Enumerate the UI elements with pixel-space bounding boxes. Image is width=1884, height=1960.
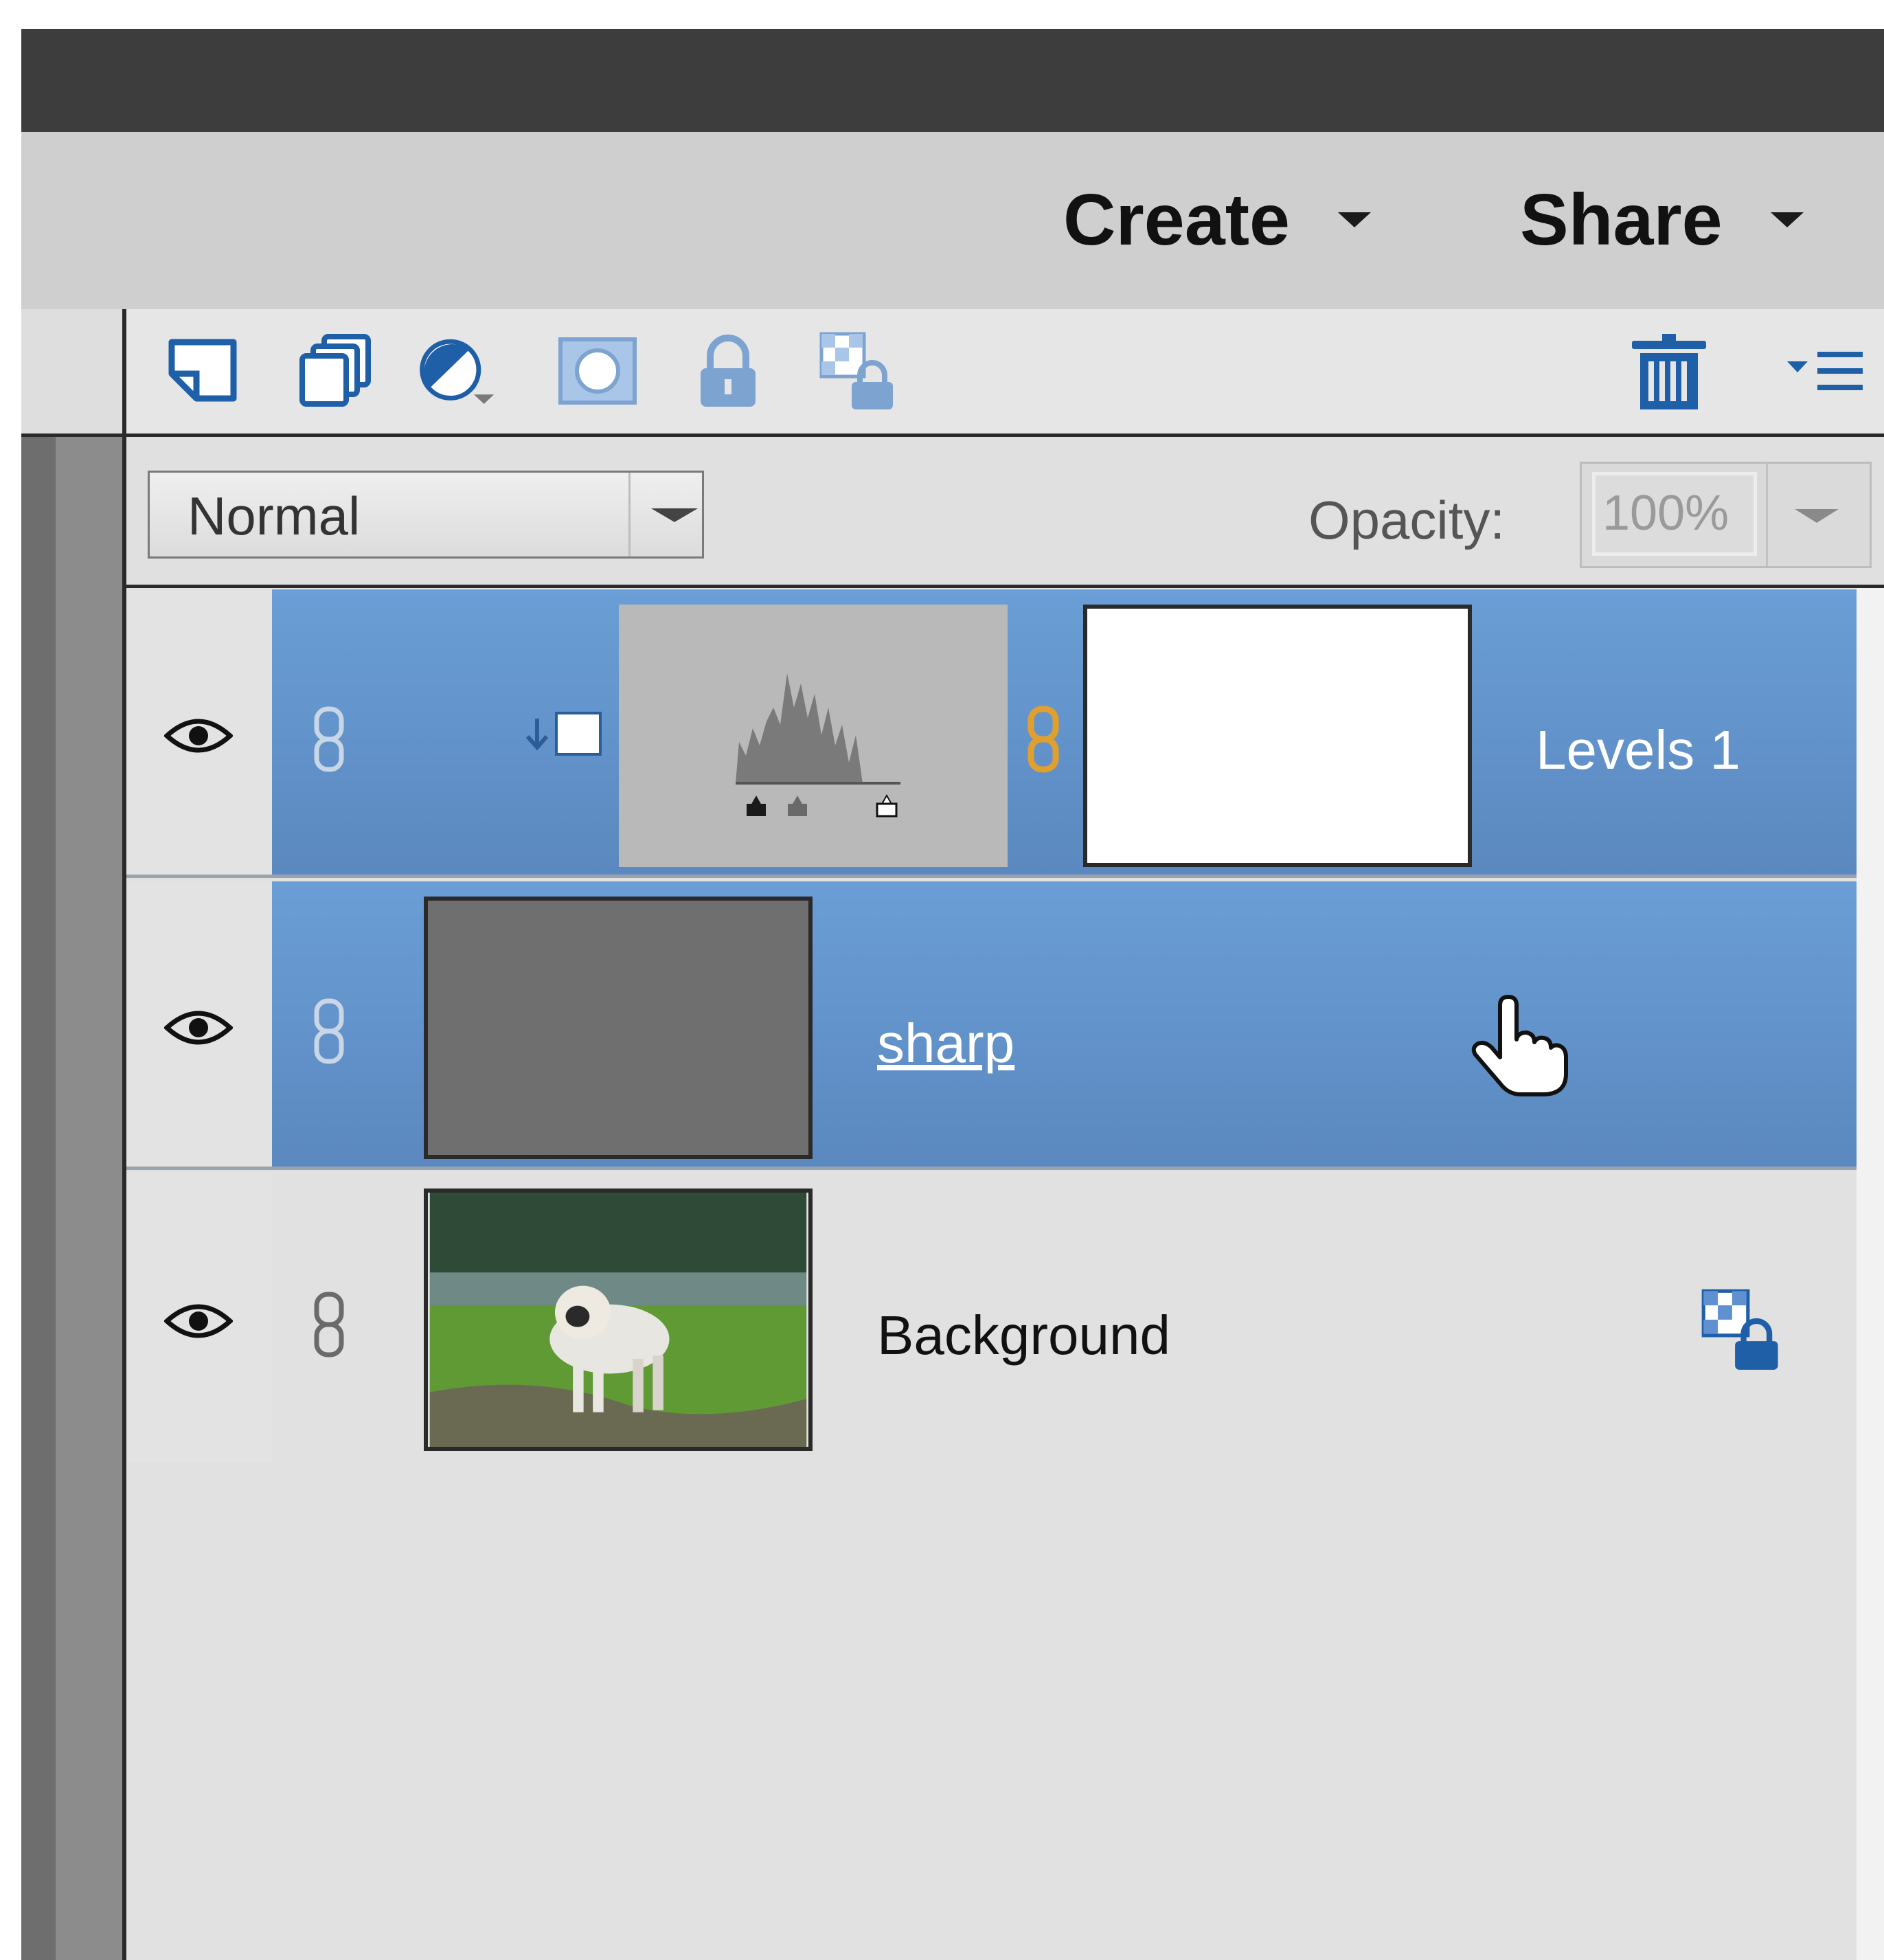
- opacity-input[interactable]: 100%: [1592, 472, 1757, 556]
- layer-row-sharp[interactable]: sharp: [126, 881, 1857, 1170]
- layer-mask-icon[interactable]: [556, 330, 639, 412]
- link-icon[interactable]: [308, 997, 350, 1066]
- layer-name[interactable]: Background: [877, 1304, 1170, 1367]
- panel-divider: [122, 309, 126, 1960]
- clip-arrow-icon: [525, 712, 602, 756]
- left-panel-stripe: [21, 436, 56, 1960]
- title-bar: [21, 29, 1884, 132]
- background-photo-thumbnail[interactable]: [424, 1189, 813, 1451]
- chevron-down-icon: [1770, 212, 1804, 227]
- opacity-control: 100%: [1580, 462, 1872, 568]
- row-divider: [126, 1167, 1857, 1170]
- share-label: Share: [1520, 179, 1723, 260]
- eye-icon[interactable]: [164, 1007, 233, 1048]
- chevron-down-icon: [651, 508, 698, 522]
- create-label: Create: [1063, 179, 1290, 260]
- eye-icon[interactable]: [164, 1300, 233, 1342]
- lock-all-icon[interactable]: [687, 330, 769, 412]
- layer-name[interactable]: sharp: [877, 1012, 1014, 1075]
- chevron-down-icon: [1337, 212, 1371, 227]
- row-divider: [126, 875, 1857, 878]
- dropdown-separator: [628, 473, 631, 556]
- mask-link-icon[interactable]: [1023, 705, 1064, 774]
- hand-cursor-icon: [1471, 995, 1568, 1096]
- layer-row-background[interactable]: Background: [126, 1173, 1857, 1462]
- opacity-dropdown-chevron-icon[interactable]: [1795, 509, 1839, 523]
- layers-toolbar: [126, 309, 1884, 433]
- create-menu-button[interactable]: Create: [1063, 172, 1371, 268]
- scrollbar[interactable]: [1857, 588, 1884, 1960]
- blend-mode-value: Normal: [188, 486, 361, 546]
- layer-mask-thumbnail[interactable]: [1083, 605, 1472, 867]
- adjustment-layer-icon[interactable]: [416, 330, 499, 412]
- new-layer-icon[interactable]: [165, 330, 247, 412]
- share-menu-button[interactable]: Share: [1520, 172, 1804, 268]
- locked-transparency-icon[interactable]: [1699, 1287, 1785, 1373]
- trash-icon[interactable]: [1628, 330, 1710, 412]
- link-icon[interactable]: [308, 1290, 350, 1359]
- panel-menu-icon[interactable]: [1784, 330, 1867, 412]
- new-group-icon[interactable]: [294, 330, 376, 412]
- lock-transparency-icon[interactable]: [817, 330, 900, 412]
- blend-mode-dropdown[interactable]: Normal: [148, 471, 704, 559]
- dropdown-separator: [1766, 464, 1768, 566]
- link-icon[interactable]: [308, 705, 350, 774]
- layer-thumbnail[interactable]: [424, 897, 813, 1159]
- layer-name[interactable]: Levels 1: [1536, 719, 1740, 782]
- left-panel-header: [21, 309, 124, 436]
- eye-icon[interactable]: [164, 715, 233, 756]
- opacity-label: Opacity:: [1308, 490, 1506, 550]
- layer-row-levels[interactable]: Levels 1: [126, 589, 1857, 878]
- levels-histogram-icon: [619, 605, 1008, 867]
